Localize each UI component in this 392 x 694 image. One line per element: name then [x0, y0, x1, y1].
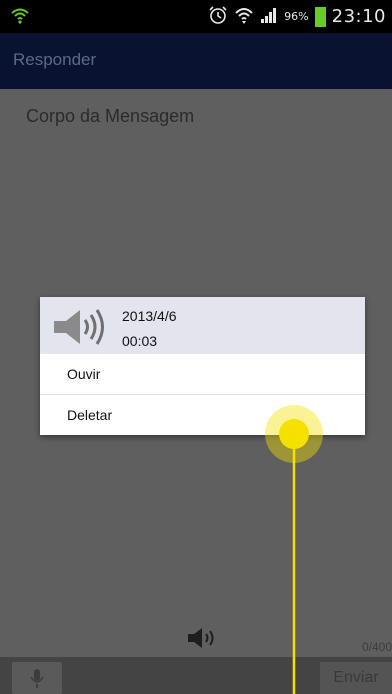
recording-date: 2013/4/6	[122, 308, 177, 324]
status-bar: 96% 23:10	[0, 0, 392, 33]
page-title: Responder	[13, 50, 97, 69]
mic-icon	[30, 669, 44, 688]
char-counter: 0/400	[361, 640, 392, 654]
wifi-shield-icon	[10, 7, 30, 29]
wifi-icon	[234, 5, 254, 29]
delete-option-label: Deletar	[67, 407, 113, 423]
battery-icon	[314, 6, 326, 27]
message-body-input[interactable]: Corpo da Mensagem	[26, 106, 194, 127]
dialog-header: 2013/4/6 00:03	[40, 297, 365, 354]
listen-option[interactable]: Ouvir	[40, 354, 365, 395]
alarm-icon	[208, 5, 228, 29]
clock: 23:10	[331, 6, 386, 27]
recording-duration: 00:03	[122, 333, 158, 349]
delete-option[interactable]: Deletar	[40, 395, 365, 435]
send-button[interactable]: Enviar	[320, 662, 392, 694]
signal-icon	[260, 6, 278, 28]
action-bar: Responder	[0, 33, 392, 89]
bottom-toolbar: Enviar	[0, 657, 392, 694]
audio-options-dialog: 2013/4/6 00:03 Ouvir Deletar	[40, 297, 365, 435]
listen-option-label: Ouvir	[67, 366, 101, 382]
battery-percent: 96%	[284, 10, 309, 23]
speaker-icon[interactable]	[186, 625, 222, 655]
mic-button[interactable]	[12, 662, 62, 694]
speaker-icon	[52, 307, 110, 351]
